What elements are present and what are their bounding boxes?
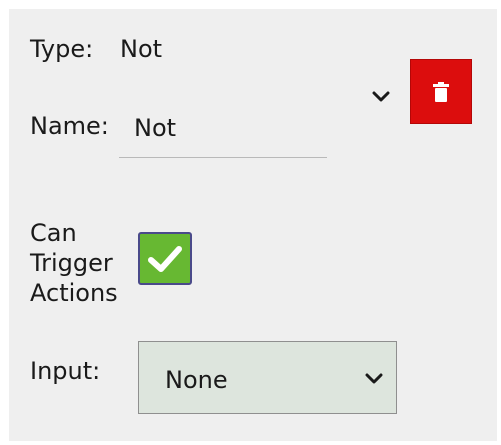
chevron-down-icon <box>372 91 390 102</box>
can-trigger-line: Can <box>30 219 77 247</box>
name-label: Name: <box>30 112 109 140</box>
can-trigger-line: Trigger <box>30 249 113 277</box>
can-trigger-actions-label: Can Trigger Actions <box>30 218 118 308</box>
chevron-down-icon <box>365 373 383 384</box>
can-trigger-line: Actions <box>30 279 118 307</box>
type-label: Type: <box>30 35 94 63</box>
input-select[interactable]: None <box>138 341 397 414</box>
type-value: Not <box>120 35 163 63</box>
expand-button[interactable] <box>366 82 396 112</box>
trash-icon <box>433 81 449 102</box>
name-input-underline <box>119 157 327 158</box>
input-label: Input: <box>30 357 101 385</box>
delete-button[interactable] <box>410 59 472 124</box>
input-select-value: None <box>165 366 228 394</box>
can-trigger-actions-checkbox[interactable] <box>138 232 192 285</box>
checkmark-icon <box>148 245 182 272</box>
name-input[interactable]: Not <box>134 114 176 142</box>
